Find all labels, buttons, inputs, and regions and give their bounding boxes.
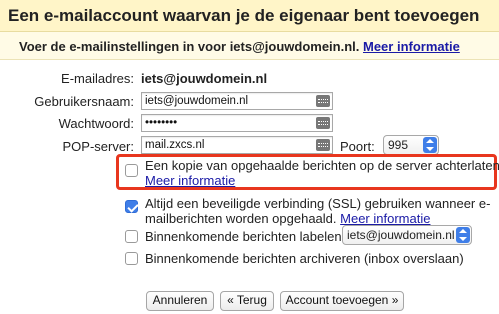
username-input-value: iets@jouwdomein.nl [145, 95, 249, 107]
pop-server-input-value: mail.zxcs.nl [145, 139, 205, 151]
pop-server-label: POP-server: [62, 139, 134, 154]
leave-copy-checkbox[interactable] [125, 164, 138, 177]
port-select[interactable]: 995 [383, 135, 439, 155]
intro-text: Voer de e-mailinstellingen in voor iets@… [19, 39, 360, 54]
keychain-icon[interactable] [316, 95, 330, 107]
dialog-header: Een e-mailaccount waarvan je de eigenaar… [0, 0, 499, 32]
password-input[interactable]: •••••••• [141, 114, 333, 132]
username-label: Gebruikersnaam: [34, 94, 134, 109]
archive-label: Binnenkomende berichten archiveren (inbo… [145, 251, 464, 266]
dialog-title: Een e-mailaccount waarvan je de eigenaar… [8, 6, 480, 25]
intro-more-info-link[interactable]: Meer informatie [363, 39, 460, 54]
ssl-more-info-link[interactable]: Meer informatie [340, 211, 430, 226]
leave-copy-label: Een kopie van opgehaalde berichten op de… [145, 158, 499, 173]
username-input[interactable]: iets@jouwdomein.nl [141, 92, 333, 110]
intro-bar: Voer de e-mailinstellingen in voor iets@… [0, 32, 499, 60]
port-select-value: 995 [388, 138, 409, 152]
ssl-label-line2: mailberichten worden opgehaald. [145, 211, 337, 226]
add-account-button[interactable]: Account toevoegen » [280, 291, 404, 311]
label-incoming-label: Binnenkomende berichten labelen: [145, 229, 346, 244]
email-value: iets@jouwdomein.nl [141, 71, 268, 86]
intro-text-wrap: Voer de e-mailinstellingen in voor iets@… [19, 39, 460, 54]
select-arrows-icon [456, 227, 470, 243]
archive-checkbox[interactable] [125, 252, 138, 265]
cancel-button[interactable]: Annuleren [146, 291, 214, 311]
port-label: Poort: [340, 139, 375, 154]
label-select[interactable]: iets@jouwdomein.nl [342, 225, 472, 245]
select-arrows-icon [423, 137, 437, 153]
password-label: Wachtwoord: [58, 116, 134, 131]
password-input-value: •••••••• [145, 117, 178, 129]
leave-copy-more-info-link[interactable]: Meer informatie [145, 173, 235, 188]
keychain-icon[interactable] [316, 117, 330, 129]
label-select-value: iets@jouwdomein.nl [347, 228, 455, 242]
ssl-label-line1: Altijd een beveiligde verbinding (SSL) g… [145, 196, 491, 211]
ssl-checkbox[interactable] [125, 200, 138, 213]
label-incoming-checkbox[interactable] [125, 230, 138, 243]
pop-server-input[interactable]: mail.zxcs.nl [141, 136, 333, 154]
ssl-label-line2-wrap: mailberichten worden opgehaald. Meer inf… [145, 211, 430, 226]
keychain-icon[interactable] [316, 139, 330, 151]
email-label: E-mailadres: [61, 71, 134, 86]
back-button[interactable]: « Terug [220, 291, 274, 311]
